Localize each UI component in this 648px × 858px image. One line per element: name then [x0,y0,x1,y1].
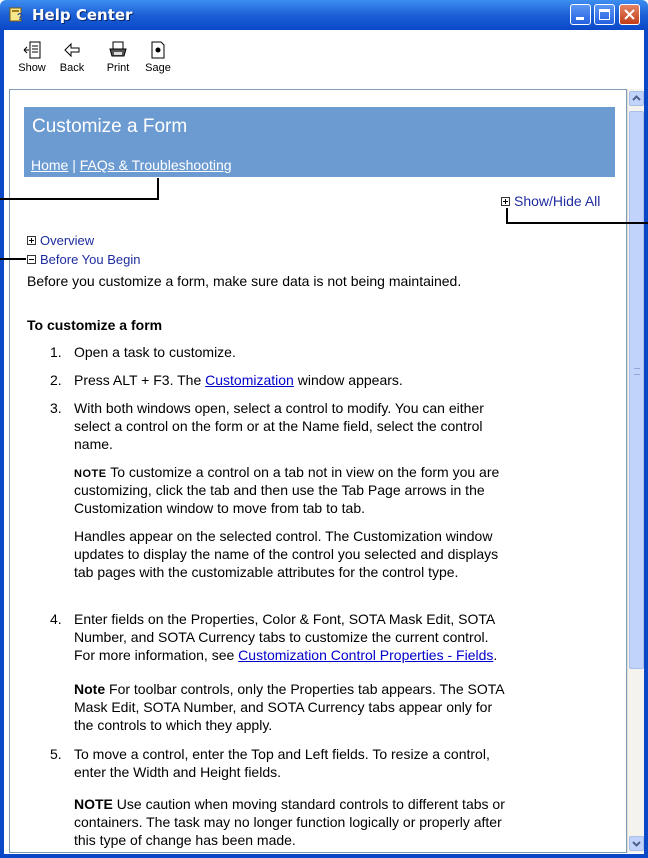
vertical-scrollbar[interactable] [627,89,644,853]
print-button[interactable]: Print [103,40,133,74]
page-header-banner: Customize a Form Home | FAQs & Troublesh… [24,107,615,177]
before-you-begin-text: Before you customize a form, make sure d… [27,273,462,289]
step-4-line: For more information, see Customization … [74,646,497,664]
note-2-line: the controls to which they apply. [74,717,273,733]
callout-line [0,198,158,200]
callout-line [506,208,508,224]
step-2-text-start: Press ALT + F3. The [74,372,206,388]
note-2: Note For toolbar controls, only the Prop… [74,680,505,698]
help-book-icon: ? [9,7,23,23]
step-4-text-end: . [493,647,498,663]
note-3-line: containers. The task may no longer funct… [74,814,502,830]
help-window: ? Help Center Show Back Print Sage Custo… [0,0,648,858]
show-label: Show [18,62,46,74]
handles-line: tab pages with the customizable attribut… [74,564,459,580]
step-number: 5. [50,746,62,762]
before-you-begin-expander[interactable]: Before You Begin [27,252,140,267]
note-1-line: To customize a control on a tab not in v… [106,464,500,480]
show-hide-all-label: Show/Hide All [514,193,601,209]
minus-box-icon [27,255,36,265]
svg-text:?: ? [17,12,23,23]
step-1-text: Open a task to customize. [74,344,236,360]
chevron-down-icon [632,841,641,847]
page-title: Customize a Form [32,116,188,137]
callout-line [0,258,26,260]
chevron-up-icon [632,95,641,101]
procedure-heading: To customize a form [27,317,163,333]
back-label: Back [59,62,85,74]
step-number: 4. [50,611,62,627]
note-3: NOTE Use caution when moving standard co… [74,795,505,813]
callout-line [506,222,648,224]
scroll-thumb[interactable] [629,111,644,669]
note-1: NOTE To customize a control on a tab not… [74,463,499,483]
title-bar: ? Help Center [0,0,648,30]
overview-label: Overview [40,233,95,248]
note-label: NOTE [74,796,113,812]
handles-line: updates to display the name of the contr… [74,546,499,562]
step-4-line: Enter fields on the Properties, Color & … [74,611,496,627]
step-5-line: To move a control, enter the Top and Lef… [74,746,490,762]
note-2-line: Mask Edit, SOTA Number, and SOTA Currenc… [74,699,493,715]
plus-box-icon [501,196,510,206]
show-button[interactable]: Show [13,40,51,74]
control-properties-link[interactable]: Customization Control Properties - Field… [238,647,493,663]
note-3-line: this type of change has been made. [74,832,296,848]
step-5-line: enter the Width and Height fields. [74,764,282,780]
step-3-line: name. [74,436,113,452]
note-1-line: Customization window to move from tab to… [74,500,366,516]
sage-label: Sage [145,62,171,74]
overview-expander[interactable]: Overview [27,233,94,248]
note-1-line: customizing, click the tab and then use … [74,482,485,498]
sage-page-icon [151,41,165,59]
close-button[interactable] [619,4,640,25]
breadcrumb-separator: | [72,157,76,173]
step-3-line: With both windows open, select a control… [74,400,484,416]
close-icon [624,9,635,20]
note-label: Note [74,681,106,697]
show-hide-all-toggle[interactable]: Show/Hide All [501,193,600,209]
note-2-line: For toolbar controls, only the Propertie… [105,681,505,697]
home-link[interactable]: Home [31,157,68,173]
minimize-icon [576,17,584,20]
before-you-begin-label: Before You Begin [40,252,141,267]
scroll-up-button[interactable] [629,91,644,106]
window-title: Help Center [32,6,133,24]
grip-icon [634,368,640,375]
toolbar: Show Back Print Sage [0,30,648,86]
note-label: NOTE [74,468,107,480]
step-4-line: Number, and SOTA Currency tabs to custom… [74,629,489,645]
step-number: 3. [50,400,62,416]
printer-icon [109,41,127,57]
step-2-text: Press ALT + F3. The Customization window… [74,371,403,389]
step-number: 2. [50,372,62,388]
note-3-line: Use caution when moving standard control… [112,796,505,812]
print-label: Print [106,62,130,74]
back-button[interactable]: Back [56,40,88,74]
step-4-text-start: For more information, see [74,647,239,663]
sage-button[interactable]: Sage [141,40,175,74]
customization-link[interactable]: Customization [205,372,294,388]
faq-link[interactable]: FAQs & Troubleshooting [80,157,232,173]
plus-box-icon [27,236,36,246]
handles-line: Handles appear on the selected control. … [74,528,493,544]
show-pane-icon [23,41,41,59]
step-2-text-end: window appears. [293,372,403,388]
maximize-button[interactable] [594,4,615,25]
step-3-line: select a control on the form or at the N… [74,418,483,434]
breadcrumb: Home | FAQs & Troubleshooting [31,157,232,173]
step-number: 1. [50,344,62,360]
scroll-down-button[interactable] [629,836,644,851]
callout-line [157,178,159,200]
back-arrow-icon [64,42,80,58]
maximize-icon [599,9,610,20]
minimize-button[interactable] [570,4,591,25]
